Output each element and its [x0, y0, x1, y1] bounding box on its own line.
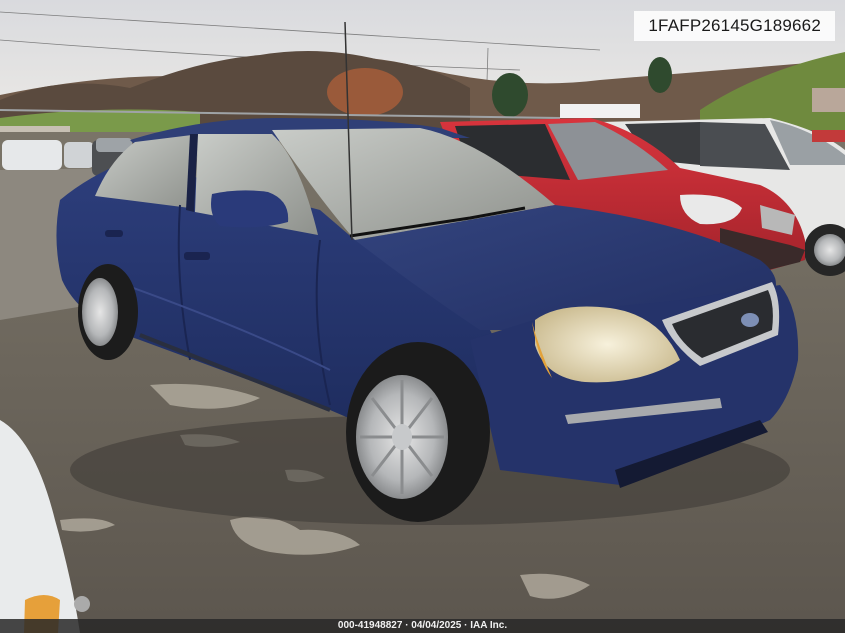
- autumn-tree: [327, 68, 403, 116]
- ford-logo: [741, 313, 759, 327]
- photo-footer: 000-41948827 · 04/04/2025 · IAA Inc.: [0, 619, 845, 633]
- vehicle-photo: 1FAFP26145G189662 000-41948827 · 04/04/2…: [0, 0, 845, 633]
- building-2: [812, 88, 845, 112]
- rear-wheel: [78, 264, 138, 360]
- building: [560, 104, 640, 118]
- door-handle-rear: [105, 230, 123, 237]
- door-handle-front: [184, 252, 210, 260]
- front-wheel: [346, 342, 490, 522]
- car-scene: [0, 0, 845, 633]
- vin-label: 1FAFP26145G189662: [634, 11, 835, 41]
- evergreen-tree: [492, 73, 528, 117]
- evergreen-tree-2: [648, 57, 672, 93]
